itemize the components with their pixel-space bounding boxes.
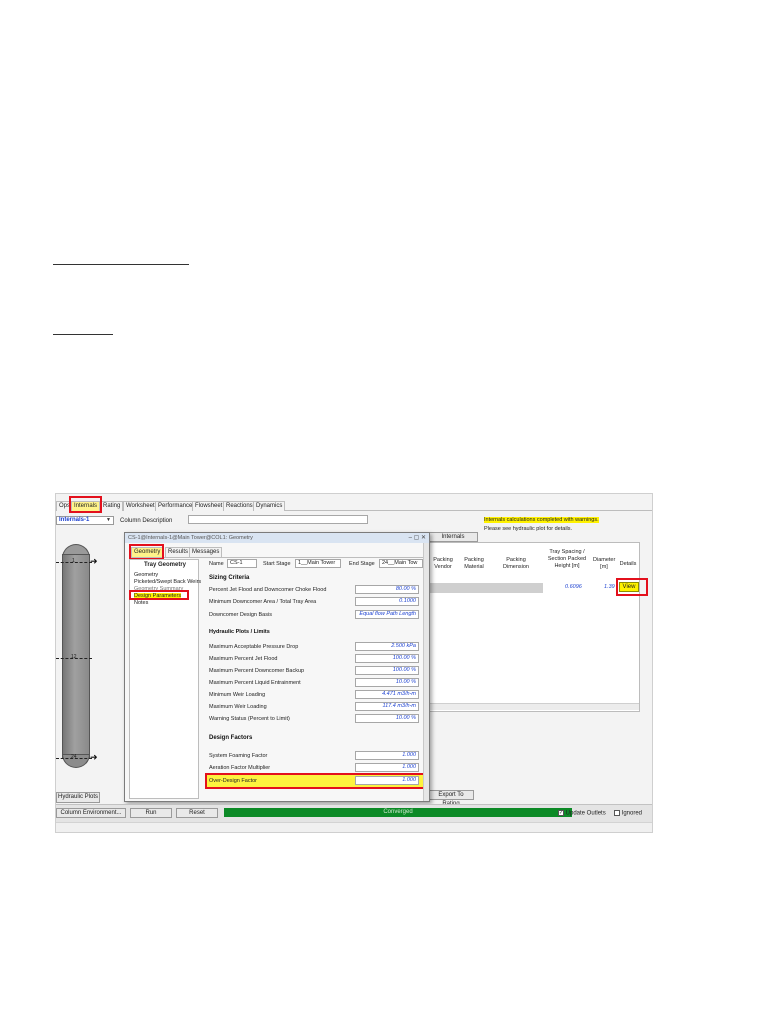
property-tab-bar: Ops Internals Rating Worksheet Performan… bbox=[56, 498, 652, 511]
ignored-checkbox[interactable]: Ignored bbox=[614, 810, 642, 817]
end-stage-label: End Stage bbox=[349, 561, 375, 567]
hydraulic-value-3[interactable]: 10.00 % bbox=[355, 678, 419, 687]
header-details: Details bbox=[619, 561, 637, 567]
grid-row-readonly bbox=[429, 583, 543, 593]
design-parameters-form: Name CS-1 Start Stage 1__Main Tower End … bbox=[205, 559, 427, 799]
update-outlets-label: Update Outlets bbox=[565, 810, 606, 817]
tab-rating[interactable]: Rating bbox=[100, 501, 124, 511]
reset-button[interactable]: Reset bbox=[176, 808, 218, 818]
nav-item-notes[interactable]: Notes bbox=[134, 600, 148, 607]
column-environment-button[interactable]: Column Environment... bbox=[56, 808, 126, 818]
sizing-label-1: Minimum Downcomer Area / Total Tray Area bbox=[209, 599, 317, 605]
tab-performance[interactable]: Performance bbox=[155, 501, 196, 511]
sizing-value-2[interactable]: Equal flow Path Length bbox=[355, 610, 419, 619]
internals-select-value: Internals-1 bbox=[59, 517, 90, 523]
design-label-1: Aeration Factor Multiplier bbox=[209, 765, 271, 771]
header-packing-vendor: Packing Vendor bbox=[433, 557, 453, 570]
section-hydraulic-limits: Hydraulic Plots / Limits bbox=[209, 629, 270, 635]
annotation-box-view-button bbox=[616, 578, 648, 596]
sizing-label-0: Percent Jet Flood and Downcomer Choke Fl… bbox=[209, 587, 327, 593]
hydraulic-label-1: Maximum Percent Jet Flood bbox=[209, 656, 278, 662]
header-packing-dimension: Packing Dimension bbox=[503, 557, 529, 570]
product-arrow-bottom-icon: ➜ bbox=[90, 752, 98, 762]
design-label-0: System Foaming Factor bbox=[209, 753, 268, 759]
chevron-down-icon: ▼ bbox=[106, 517, 111, 523]
column-description-label: Column Description bbox=[120, 518, 173, 524]
hydraulic-label-3: Maximum Percent Liquid Entrainment bbox=[209, 680, 301, 686]
section-sizing-criteria: Sizing Criteria bbox=[209, 575, 250, 581]
warning-message: Internals calculations completed with wa… bbox=[484, 517, 599, 523]
converged-status-bar: Converged bbox=[224, 808, 572, 817]
section-design-factors: Design Factors bbox=[209, 735, 253, 741]
cell-tray-spacing[interactable]: 0.6096 bbox=[565, 584, 582, 590]
stage-label-mid: 12 bbox=[71, 654, 77, 660]
checkbox-checked-icon: ✓ bbox=[558, 810, 564, 816]
name-input[interactable]: CS-1 bbox=[227, 559, 257, 568]
header-packing-material: Packing Material bbox=[464, 557, 484, 570]
dialog-vertical-scrollbar[interactable] bbox=[423, 543, 429, 801]
nav-item-picketed-weirs[interactable]: Picketed/Swept Back Weirs bbox=[134, 579, 201, 586]
nav-item-geometry[interactable]: Geometry bbox=[134, 572, 158, 579]
window-footer-strip bbox=[56, 822, 652, 832]
feed-arrow-top-icon: ➜ bbox=[90, 556, 98, 566]
design-value-0[interactable]: 1.000 bbox=[355, 751, 419, 760]
dialog-tab-results[interactable]: Results bbox=[165, 547, 192, 557]
tab-flowsheet[interactable]: Flowsheet bbox=[192, 501, 226, 511]
start-stage-label: Start Stage bbox=[263, 561, 291, 567]
stage-label-bottom: 24 bbox=[71, 754, 77, 760]
run-button[interactable]: Run bbox=[130, 808, 172, 818]
dialog-title: CS-1@Internals-1@Main Tower@COL1: Geomet… bbox=[125, 533, 429, 543]
checkbox-unchecked-icon bbox=[614, 810, 620, 816]
name-label: Name bbox=[209, 561, 224, 567]
dialog-tab-messages[interactable]: Messages bbox=[189, 547, 223, 557]
tab-dynamics[interactable]: Dynamics bbox=[253, 501, 286, 511]
hydraulic-value-2[interactable]: 100.00 % bbox=[355, 666, 419, 675]
annotation-box-over-design bbox=[205, 773, 425, 789]
hydraulic-label-4: Minimum Weir Loading bbox=[209, 692, 266, 698]
hint-message: Please see hydraulic plot for details. bbox=[484, 526, 573, 532]
hydraulic-label-5: Maximum Weir Loading bbox=[209, 704, 267, 710]
internals-summary-button[interactable]: Internals Summary bbox=[428, 532, 478, 549]
sizing-value-1[interactable]: 0.1000 bbox=[355, 597, 419, 606]
start-stage-input[interactable]: 1__Main Tower bbox=[295, 559, 341, 568]
header-diameter: Diameter [m] bbox=[593, 557, 616, 570]
end-stage-input[interactable]: 24__Main Tow bbox=[379, 559, 423, 568]
export-to-rating-button[interactable]: Export To Rating bbox=[428, 790, 474, 807]
sizing-value-0[interactable]: 80.00 % bbox=[355, 585, 419, 594]
grid-horizontal-scrollbar[interactable] bbox=[429, 703, 639, 710]
column-description-input[interactable] bbox=[188, 515, 368, 524]
document-underline-1 bbox=[53, 264, 189, 265]
hydraulic-label-0: Maximum Acceptable Pressure Drop bbox=[209, 644, 299, 650]
internals-select[interactable]: Internals-1 ▼ bbox=[56, 516, 114, 525]
hydraulic-value-4[interactable]: 4.471 m3/h-m bbox=[355, 690, 419, 699]
tab-worksheet[interactable]: Worksheet bbox=[123, 501, 158, 511]
nav-title: Tray Geometry bbox=[144, 562, 187, 568]
update-outlets-checkbox[interactable]: ✓ Update Outlets bbox=[558, 810, 606, 817]
tab-reactions[interactable]: Reactions bbox=[223, 501, 256, 511]
stage-label-top: 1 bbox=[72, 558, 75, 564]
internals-grid: Packing Vendor Packing Material Packing … bbox=[428, 542, 640, 712]
sizing-label-2: Downcomer Design Basis bbox=[209, 612, 272, 618]
cell-diameter[interactable]: 1.39 bbox=[604, 584, 615, 590]
annotation-box-geometry-tab bbox=[129, 544, 164, 560]
header-tray-spacing: Tray Spacing / Section Packed Height [m] bbox=[547, 549, 587, 569]
hydraulic-label-6: Warning Status (Percent to Limit) bbox=[209, 716, 290, 722]
hydraulic-value-6[interactable]: 10.00 % bbox=[355, 714, 419, 723]
hydraulic-plots-button[interactable]: Hydraulic Plots bbox=[56, 792, 100, 803]
hydraulic-value-5[interactable]: 117.4 m3/h-m bbox=[355, 702, 419, 711]
annotation-box-internals-tab bbox=[69, 496, 102, 513]
document-underline-2 bbox=[53, 334, 113, 335]
simulator-screenshot: Ops Internals Rating Worksheet Performan… bbox=[55, 493, 653, 833]
ignored-label: Ignored bbox=[621, 810, 643, 817]
hydraulic-value-0[interactable]: 2.500 kPa bbox=[355, 642, 419, 651]
dialog-tab-bar: Geometry Results Messages bbox=[129, 545, 429, 558]
hydraulic-value-1[interactable]: 100.00 % bbox=[355, 654, 419, 663]
window-controls-icon[interactable]: – ▢ ✕ bbox=[409, 534, 426, 541]
annotation-box-design-parameters bbox=[129, 590, 189, 600]
design-value-1[interactable]: 1.000 bbox=[355, 763, 419, 772]
geometry-dialog: CS-1@Internals-1@Main Tower@COL1: Geomet… bbox=[124, 532, 430, 802]
hydraulic-label-2: Maximum Percent Downcomer Backup bbox=[209, 668, 305, 674]
